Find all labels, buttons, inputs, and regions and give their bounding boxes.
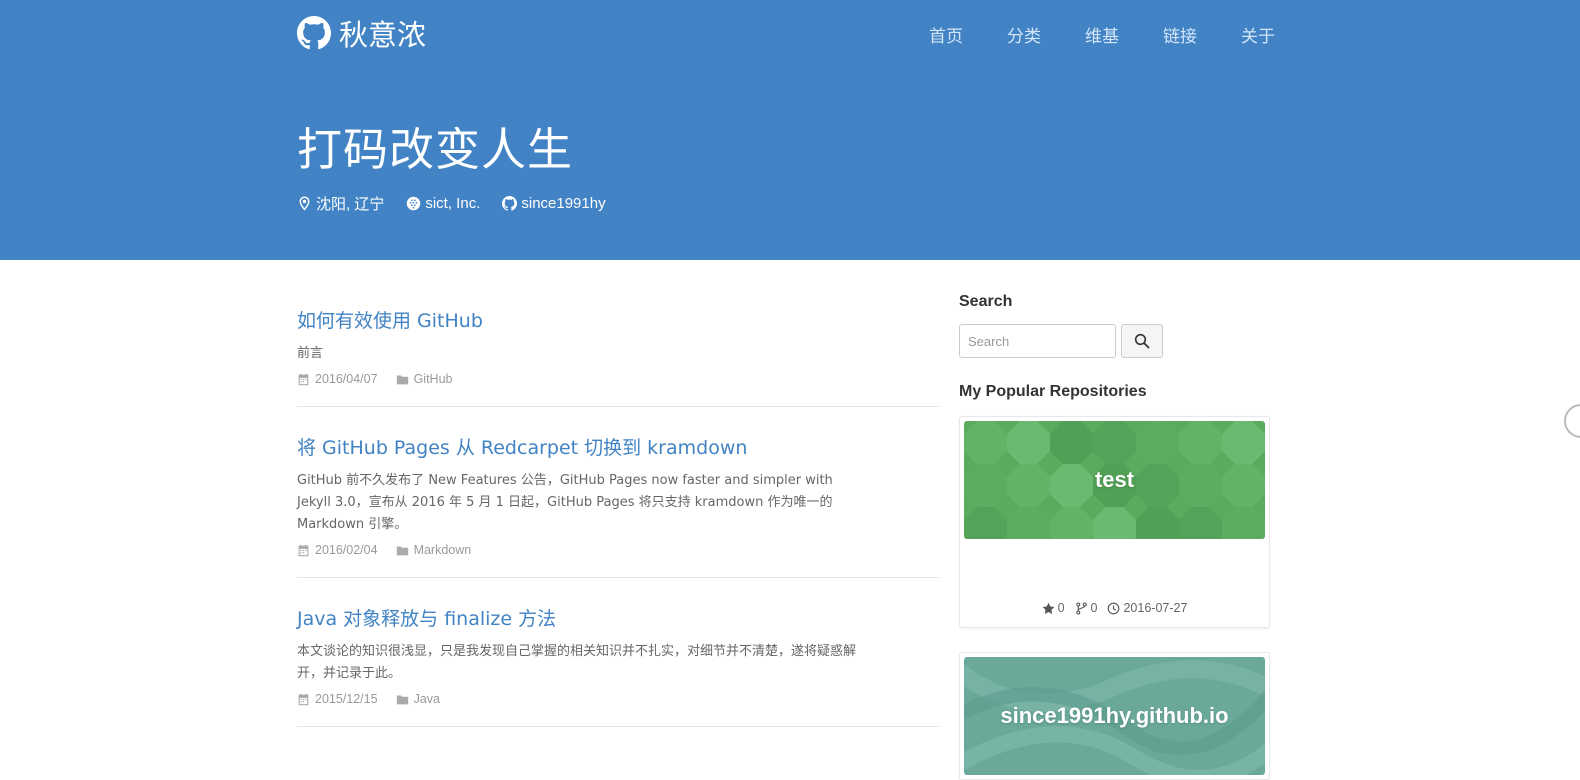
folder-icon bbox=[396, 694, 408, 704]
repo-banner: since1991hy.github.io bbox=[964, 657, 1265, 775]
nav-home[interactable]: 首页 bbox=[929, 24, 963, 50]
calendar-icon bbox=[298, 693, 309, 705]
github-icon bbox=[502, 196, 518, 211]
post-title-link[interactable]: Java 对象释放与 finalize 方法 bbox=[297, 606, 939, 632]
repo-updated-date: 2016-07-27 bbox=[1123, 601, 1188, 615]
pattern-octagon bbox=[1136, 507, 1179, 539]
repo-updated: 2016-07-27 bbox=[1107, 601, 1187, 615]
nav-wiki[interactable]: 维基 bbox=[1085, 24, 1119, 50]
post-category: Markdown bbox=[396, 543, 472, 557]
pattern-octagon bbox=[1050, 421, 1093, 464]
pattern-octagon bbox=[1179, 507, 1222, 539]
pattern-octagon bbox=[1007, 464, 1050, 507]
github-icon bbox=[297, 16, 331, 50]
calendar-icon bbox=[298, 544, 309, 556]
repos-heading: My Popular Repositories bbox=[959, 383, 1147, 400]
repo-banner: test bbox=[964, 421, 1265, 539]
clock-icon bbox=[1108, 602, 1120, 614]
location-text: 沈阳, 辽宁 bbox=[316, 196, 385, 213]
pattern-octagon bbox=[1007, 421, 1050, 464]
post-item: 如何有效使用 GitHub 前言 2016/04/07 GitHub bbox=[297, 308, 939, 407]
folder-icon bbox=[396, 545, 408, 555]
pattern-octagon bbox=[1093, 421, 1136, 464]
nav-links[interactable]: 链接 bbox=[1163, 24, 1197, 50]
pattern-octagon bbox=[1179, 464, 1222, 507]
search-form bbox=[959, 324, 1270, 358]
pattern-octagon bbox=[1222, 464, 1265, 507]
repo-card[interactable]: test 0 0 2016-07-27 bbox=[959, 416, 1270, 628]
post-excerpt: 本文谈论的知识很浅显，只是我发现自己掌握的相关知识并不扎实，对细节并不清楚，遂将… bbox=[297, 644, 857, 681]
magnifier-icon bbox=[1134, 333, 1150, 349]
pattern-octagon bbox=[964, 464, 1007, 507]
main-nav: 首页 分类 维基 链接 关于 bbox=[929, 24, 1275, 50]
pattern-octagon bbox=[964, 507, 1007, 539]
post-excerpt: GitHub 前不久发布了 New Features 公告，GitHub Pag… bbox=[297, 473, 833, 532]
post-item: 将 GitHub Pages 从 Redcarpet 切换到 kramdown … bbox=[297, 435, 939, 578]
pattern-octagon bbox=[1050, 507, 1093, 539]
repo-name: since1991hy.github.io bbox=[1000, 703, 1229, 728]
post-list: 如何有效使用 GitHub 前言 2016/04/07 GitHub 将 Git… bbox=[297, 290, 939, 727]
page-title: 打码改变人生 bbox=[297, 123, 574, 176]
pattern-octagon bbox=[1222, 507, 1265, 539]
sidebar: Search My Popular Repositories test 0 bbox=[959, 293, 1270, 780]
pattern-octagon bbox=[964, 421, 1007, 464]
map-pin-icon bbox=[299, 196, 310, 211]
folder-icon bbox=[396, 374, 408, 384]
profile-meta: 沈阳, 辽宁 sict, Inc. since1991hy bbox=[297, 193, 606, 214]
repo-card[interactable]: since1991hy.github.io bbox=[959, 652, 1270, 780]
calendar-icon bbox=[298, 373, 309, 385]
star-icon bbox=[1042, 602, 1054, 614]
organization-icon bbox=[407, 196, 421, 211]
post-date-text: 2016/02/04 bbox=[315, 543, 378, 557]
post-category: GitHub bbox=[396, 372, 453, 386]
post-title-link[interactable]: 如何有效使用 GitHub bbox=[297, 308, 939, 334]
post-category-link[interactable]: Markdown bbox=[414, 543, 472, 557]
post-meta: 2016/02/04 Markdown bbox=[297, 543, 939, 557]
repo-stars: 0 bbox=[1042, 601, 1065, 615]
pattern-octagon bbox=[1007, 507, 1050, 539]
post-category-link[interactable]: Java bbox=[414, 692, 440, 706]
post-item: Java 对象释放与 finalize 方法 本文谈论的知识很浅显，只是我发现自… bbox=[297, 606, 939, 727]
post-excerpt: 前言 bbox=[297, 346, 324, 361]
post-date-text: 2015/12/15 bbox=[315, 692, 378, 706]
post-category-link[interactable]: GitHub bbox=[414, 372, 453, 386]
repo-forks-count: 0 bbox=[1090, 601, 1098, 615]
post-meta: 2015/12/15 Java bbox=[297, 692, 939, 706]
repo-forks: 0 bbox=[1075, 601, 1098, 615]
company-item: sict, Inc. bbox=[406, 193, 480, 214]
post-date: 2016/02/04 bbox=[297, 543, 378, 557]
search-input[interactable] bbox=[959, 324, 1116, 358]
fork-icon bbox=[1075, 601, 1087, 615]
pattern-octagon bbox=[1222, 421, 1265, 464]
repo-stats: 0 0 2016-07-27 bbox=[964, 539, 1265, 623]
nav-about[interactable]: 关于 bbox=[1241, 24, 1275, 50]
location-item: 沈阳, 辽宁 bbox=[297, 193, 384, 214]
github-user-item: since1991hy bbox=[502, 193, 606, 214]
pattern-octagon bbox=[1093, 507, 1136, 539]
company-text: sict, Inc. bbox=[425, 195, 481, 212]
site-header: 秋意浓 首页 分类 维基 链接 关于 打码改变人生 沈阳, 辽宁 sict, I… bbox=[0, 0, 1580, 260]
post-title-link[interactable]: 将 GitHub Pages 从 Redcarpet 切换到 kramdown bbox=[297, 435, 939, 461]
floating-widget[interactable] bbox=[1564, 404, 1580, 438]
pattern-octagon bbox=[1050, 464, 1093, 507]
github-user-link[interactable]: since1991hy bbox=[521, 195, 605, 212]
post-category: Java bbox=[396, 692, 440, 706]
post-date: 2015/12/15 bbox=[297, 692, 378, 706]
post-date: 2016/04/07 bbox=[297, 372, 378, 386]
nav-categories[interactable]: 分类 bbox=[1007, 24, 1041, 50]
repo-stars-count: 0 bbox=[1057, 601, 1065, 615]
post-meta: 2016/04/07 GitHub bbox=[297, 372, 939, 386]
brand-link[interactable]: 秋意浓 bbox=[297, 14, 426, 52]
pattern-octagon bbox=[1136, 421, 1179, 464]
search-button[interactable] bbox=[1121, 324, 1163, 358]
pattern-octagon bbox=[1179, 421, 1222, 464]
search-heading: Search bbox=[959, 293, 1013, 310]
repo-name: test bbox=[1094, 467, 1135, 492]
pattern-octagon bbox=[1136, 464, 1179, 507]
post-date-text: 2016/04/07 bbox=[315, 372, 378, 386]
brand-name: 秋意浓 bbox=[339, 18, 427, 52]
